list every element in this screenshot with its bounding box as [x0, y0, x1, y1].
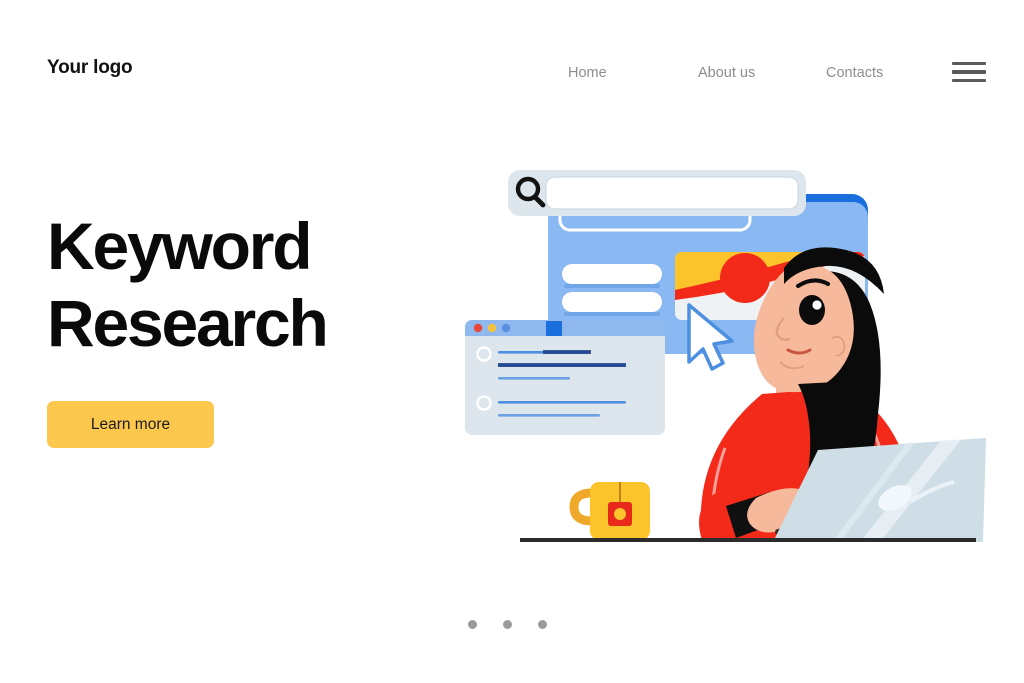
search-bar[interactable]: [508, 170, 806, 216]
card-pill-row-2: [562, 292, 662, 312]
hamburger-bar-2: [952, 70, 986, 74]
desk-line: [520, 538, 976, 542]
site-header: Your logo Home About us Contacts: [0, 0, 1024, 120]
carousel-dots: [468, 620, 547, 629]
eye: [799, 295, 825, 325]
page-title: Keyword Research: [47, 208, 427, 361]
carousel-dot-3[interactable]: [538, 620, 547, 629]
page-title-line-2: Research: [47, 285, 329, 360]
hero-section: Keyword Research Learn more: [47, 208, 427, 449]
nav-link-home[interactable]: Home: [568, 66, 607, 81]
browser-window-mockup: [465, 320, 665, 435]
page-title-line-1: Keyword: [47, 209, 313, 283]
traffic-light-red: [473, 323, 483, 333]
card-pill-row-1: [562, 264, 662, 284]
brand-logo[interactable]: Your logo: [47, 58, 133, 77]
learn-more-button[interactable]: Learn more: [47, 401, 214, 449]
hamburger-menu-icon[interactable]: [952, 57, 986, 87]
hamburger-bar-1: [952, 61, 986, 66]
traffic-light-yellow: [487, 323, 497, 333]
carousel-dot-2[interactable]: [503, 620, 512, 629]
mug-with-teabag: [569, 482, 650, 540]
nav-link-contacts[interactable]: Contacts: [826, 66, 883, 81]
landing-page: Your logo Home About us Contacts Keyword…: [0, 0, 1024, 683]
search-input[interactable]: [545, 176, 799, 210]
traffic-light-blue: [501, 323, 511, 333]
carousel-dot-1[interactable]: [468, 620, 477, 629]
keyword-research-illustration: [440, 150, 1010, 570]
nav-link-about-us[interactable]: About us: [698, 66, 755, 81]
hamburger-bar-3: [952, 78, 986, 83]
